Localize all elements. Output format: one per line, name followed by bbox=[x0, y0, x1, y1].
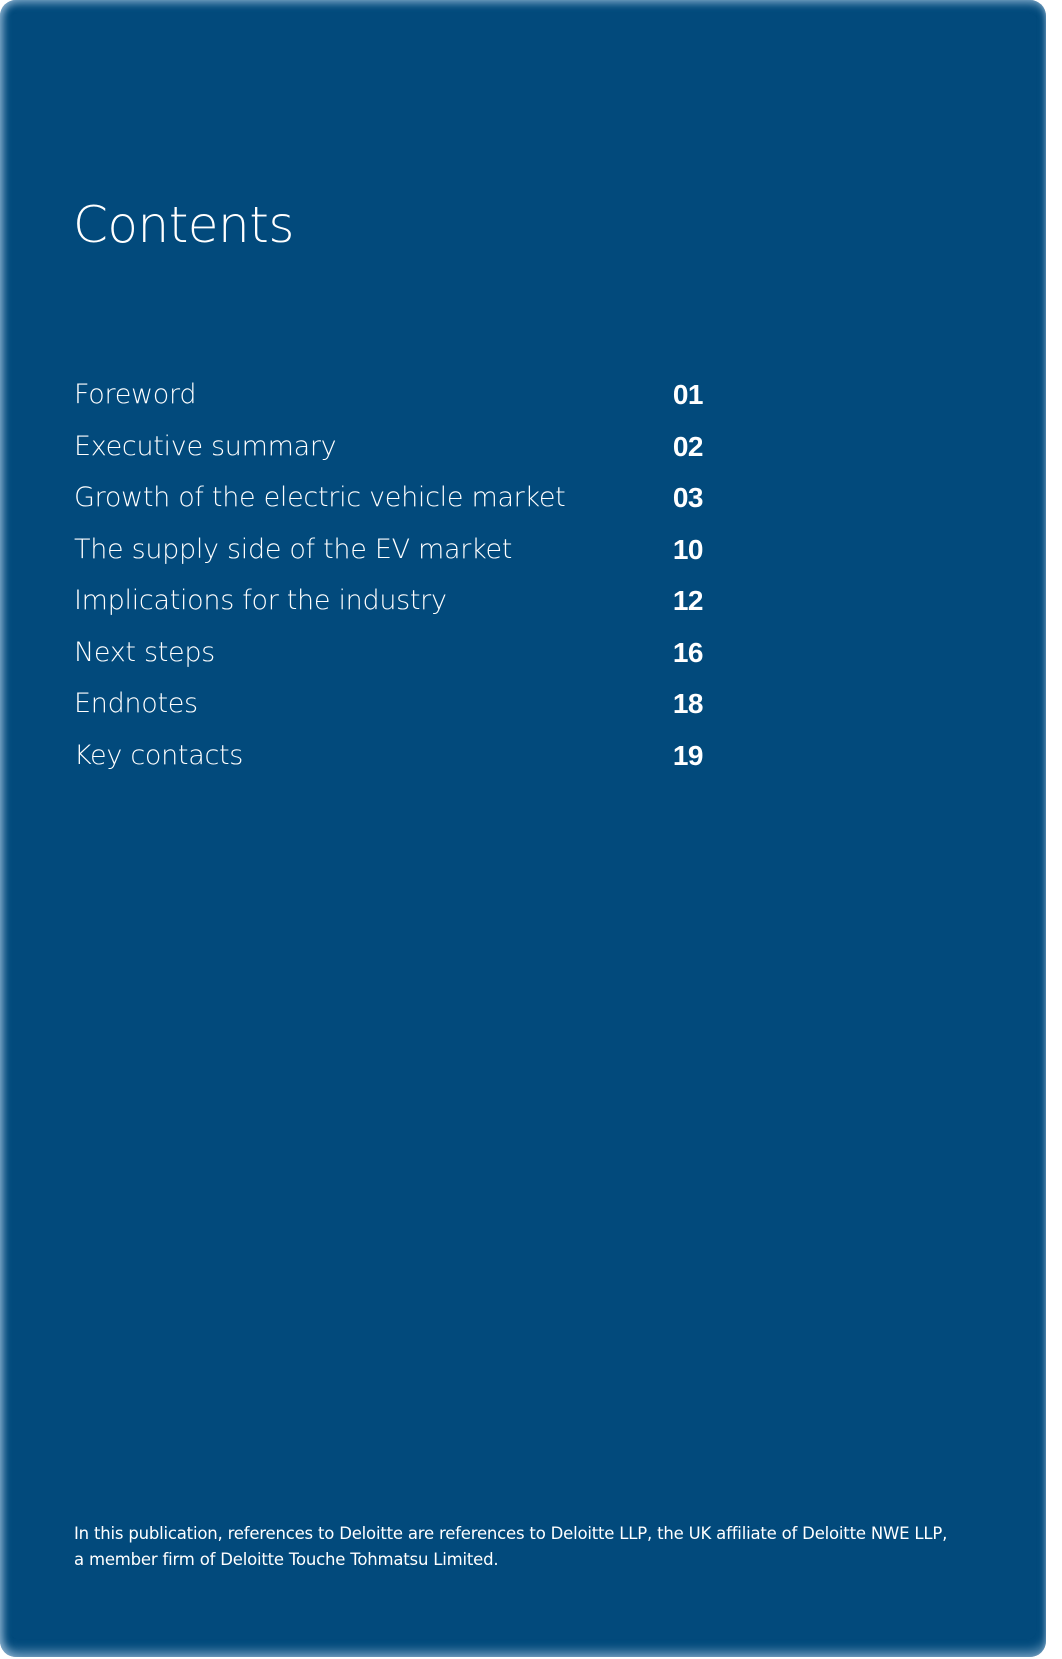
toc-item-supply-side[interactable]: The supply side of the EV market 10 bbox=[74, 530, 714, 582]
toc-item-growth-of-ev-market[interactable]: Growth of the electric vehicle market 03 bbox=[74, 478, 714, 530]
toc-item-label: Next steps bbox=[74, 636, 215, 668]
toc-item-foreword[interactable]: Foreword 01 bbox=[74, 375, 714, 427]
toc-item-page-number: 02 bbox=[672, 430, 704, 462]
table-of-contents: Foreword 01 Executive summary 02 Growth … bbox=[74, 375, 714, 787]
page-title: Contents bbox=[73, 196, 294, 254]
toc-item-label: Implications for the industry bbox=[74, 585, 447, 616]
toc-item-label: Foreword bbox=[74, 379, 197, 410]
toc-item-page-number: 16 bbox=[672, 636, 704, 668]
contents-page: Contents Foreword 01 Executive summary 0… bbox=[0, 0, 1046, 1657]
toc-item-label: Key contacts bbox=[74, 739, 244, 771]
toc-item-label: Endnotes bbox=[74, 688, 198, 719]
toc-item-page-number: 18 bbox=[672, 688, 704, 719]
toc-item-executive-summary[interactable]: Executive summary 02 bbox=[74, 427, 714, 479]
toc-item-endnotes[interactable]: Endnotes 18 bbox=[74, 684, 714, 736]
toc-item-label: The supply side of the EV market bbox=[74, 533, 513, 565]
toc-item-label: Growth of the electric vehicle market bbox=[74, 482, 566, 513]
toc-item-page-number: 10 bbox=[672, 533, 704, 565]
toc-item-implications[interactable]: Implications for the industry 12 bbox=[74, 581, 714, 633]
disclaimer-line-1: In this publication, references to Deloi… bbox=[74, 1524, 948, 1543]
toc-item-key-contacts[interactable]: Key contacts 19 bbox=[74, 736, 714, 788]
toc-item-page-number: 19 bbox=[672, 739, 704, 771]
toc-item-label: Executive summary bbox=[74, 430, 337, 462]
legal-disclaimer: In this publication, references to Deloi… bbox=[74, 1521, 1014, 1573]
toc-item-page-number: 01 bbox=[672, 379, 704, 410]
toc-item-page-number: 12 bbox=[672, 585, 704, 616]
toc-item-next-steps[interactable]: Next steps 16 bbox=[74, 633, 714, 685]
disclaimer-line-2: a member firm of Deloitte Touche Tohmats… bbox=[74, 1550, 499, 1569]
toc-item-page-number: 03 bbox=[672, 482, 704, 513]
